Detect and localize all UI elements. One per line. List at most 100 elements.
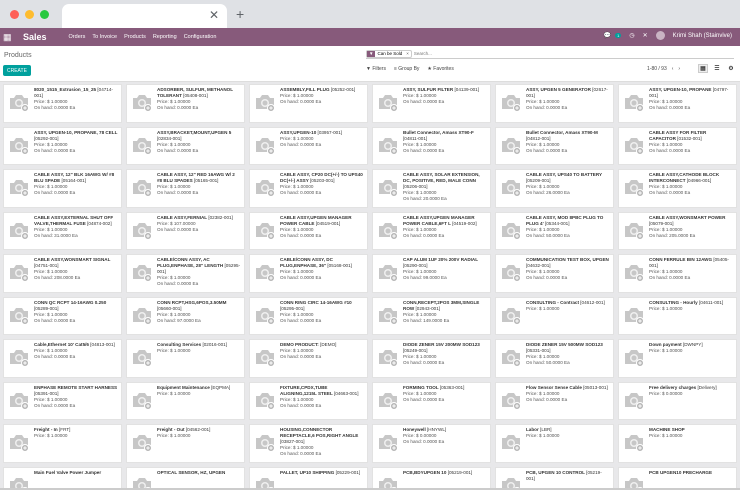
product-card[interactable]: Equipment Maintenance [EQPMA] Price: $ 1.… [126,381,245,420]
favorites-button[interactable]: ★ Favorites [427,66,453,72]
product-on-hand: On hand: 0.0000 Ea [403,232,445,238]
minimize-window-button[interactable] [25,10,34,19]
product-card[interactable]: COMMUNICATION TEST BOX, UPGEN [04632-001… [495,254,614,293]
product-card[interactable]: CABLE ASSY, SOLAR EXTENSION, DC, POSITIV… [372,169,491,208]
product-card[interactable]: CABLE ASSY, CP20 DC(+/-) TO UPS40 DC(+/-… [249,169,368,208]
user-name[interactable]: Krimi Shah (Stainvive) [673,33,732,39]
maximize-window-button[interactable] [40,10,49,19]
product-card[interactable]: Freight - In [FRT] Price: $ 1.00000 [3,424,122,463]
product-card[interactable]: CABLE ASSY, UPS40 TO BATTERY [05209-001]… [495,169,614,208]
product-card[interactable]: CABLE ASSY, 12" BLK 16AWG W/ #8 BLU SPAD… [3,169,122,208]
product-card[interactable]: Bullet Connector, Amass XT90-F [04811-00… [372,126,491,165]
product-card[interactable]: PALLET, UP10 SHIPPING [05229-001] [249,466,368,490]
product-card[interactable]: CABLE ASSY,WONSMART SIGNAL [04751-001] Pr… [3,254,122,293]
product-card[interactable]: CABLE ASSY,WONSMART POWER [05079-001] Pri… [618,211,737,250]
product-card[interactable]: Consulting Services [02016-001] Price: $ … [126,339,245,378]
product-card[interactable]: CABLE ASSY,UPGEN MANAGER POWER CABLE [04… [249,211,368,250]
product-card[interactable]: Freight - Out [04562-001] Price: $ 1.0000… [126,424,245,463]
product-title: ASSY, UPGEN 5 GENERATOR [526,87,591,92]
product-card[interactable]: CABLE/CONN ASSY, DC PLUG,ENPHASE, 36" [0… [249,254,368,293]
product-card[interactable]: ASSY, UPGEN-10, PROPANE, 78 CELL [05292-… [3,126,122,165]
chat-icon[interactable]: 💬 [604,32,611,39]
product-card[interactable]: Free delivery charges [Delivery] Price: $… [618,381,737,420]
product-card[interactable]: CONN FERRULE BIN 12AWG [05405-001] Price:… [618,254,737,293]
menu-to-invoice[interactable]: To Invoice [92,34,117,40]
product-card[interactable]: ASSY, UPGEN 5 GENERATOR [02617-001] Price… [495,84,614,123]
menu-configuration[interactable]: Configuration [184,34,217,40]
new-tab-icon[interactable]: + [236,6,244,22]
product-card[interactable]: HOUSING,CONNECTOR RECEPTACLE,6 POS,RIGHT… [249,424,368,463]
product-card[interactable]: PCB UPGEN10 PRECHARGE [618,466,737,490]
product-card[interactable]: CABLE ASSY,EXTERNAL SHUT OFF VALVE,THERM… [3,211,122,250]
product-card[interactable]: DEMO PRODUCT: [DEMO] Price: $ 1.00000 On h… [249,339,368,378]
menu-orders[interactable]: Orders [69,34,86,40]
search-bar: ▼ Can be Sold × [366,49,734,59]
product-card[interactable]: Flow Sensor Sense Cable [05013-001] Price… [495,381,614,420]
product-card[interactable]: CABLE ASSY FOR FILTER CAPACITOR [01532-0… [618,126,737,165]
pager-next-icon[interactable]: › [678,66,680,72]
product-card[interactable]: CONN QC RCPT 14-16AWG 0.250 [05289-001] P… [3,296,122,335]
product-card[interactable]: CABLE/CONN ASSY, AC PLUG,ENPHASE, 28" LE… [126,254,245,293]
product-on-hand: On hand: 0.0000 Ea [649,147,691,153]
remove-facet-icon[interactable]: × [404,51,411,56]
menu-reporting[interactable]: Reporting [153,34,177,40]
menu-products[interactable]: Products [124,34,146,40]
close-window-button[interactable] [10,10,19,19]
pager-previous-icon[interactable]: ‹ [672,66,674,72]
product-card[interactable]: CABLE ASSY,CATHODE BLOCK INTERCONNECT [0… [618,169,737,208]
product-card[interactable]: Honeywell [HNYWL] Price: $ 0.00000 On hand… [372,424,491,463]
product-card[interactable]: PCB, UPGEN 10 CONTROL [05219-001] [495,466,614,490]
product-card[interactable]: CAP ALUM 1UF 20% 200V RADIAL [05290-001]… [372,254,491,293]
product-card[interactable]: CABLE ASSY,UPGEN MANAGER POWER CABLE,6FT… [372,211,491,250]
product-card[interactable]: DIODE ZENER 15V 500MW SOD123 [05331-001]… [495,339,614,378]
create-button[interactable]: CREATE [3,65,31,76]
product-card[interactable]: ASSY, SULFUR FILTER [04139-001] Price: $ … [372,84,491,123]
product-reference: [DWNPY] [682,342,703,347]
activity-clock-icon[interactable]: ◷ [629,32,634,39]
close-icon[interactable]: ✕ [643,32,648,39]
product-card[interactable]: DIODE ZENER 15V 200MW SOD123 [05249-001]… [372,339,491,378]
product-card[interactable]: 8020_1515_Extrusion_15_25 [04714-001] Pri… [3,84,122,123]
product-card[interactable]: CABLE ASSY, 12" RED 16AWG W/ 2 #8 BLU SP… [126,169,245,208]
search-facet: ▼ Can be Sold × [366,49,412,58]
apps-menu-icon[interactable]: ▦ [3,32,17,43]
product-card[interactable]: ASSEMBLY,FILL PLUG [05252-001] Price: $ 1… [249,84,368,123]
list-view-icon[interactable]: ☰ [712,64,722,73]
product-on-hand: On hand: 0.0000 Ea [157,147,199,153]
close-tab-icon[interactable]: ✕ [209,8,219,22]
product-card[interactable]: ADSORBER, SULFUR, METHANOL TOLERANT [054… [126,84,245,123]
product-card[interactable]: CONN,RECEPT,2POS 3MM,SINGLE ROW [02943-0… [372,296,491,335]
product-card[interactable]: CABLE ASSY,FERNIAL [02382-001] Price: $ 1… [126,211,245,250]
kanban-view-icon[interactable]: ▦ [698,64,708,73]
product-card[interactable]: CONN RCPT,HSG,6POS,3.50MM [05660-001] Pri… [126,296,245,335]
product-image-placeholder-icon [623,432,645,452]
product-card[interactable]: OPTICAL SENSOR, HZ, UPGEN [126,466,245,490]
product-card[interactable]: ASSY, UPGEN-10, PROPANE [04797-001] Price… [618,84,737,123]
product-card[interactable]: Labor [LBR] Price: $ 1.00000 [495,424,614,463]
search-input[interactable] [413,51,714,56]
product-reference: [05168-001] [327,263,352,269]
product-card[interactable]: Cable,Ethernet 10' Cat5/6 [04813-001] Pri… [3,339,122,378]
browser-tab[interactable]: ✕ [62,4,227,28]
product-card[interactable]: Down payment [DWNPY] Price: $ 1.00000 [618,339,737,378]
product-card[interactable]: ASSY,UPGEN-10 [03957-001] Price: $ 1.0000… [249,126,368,165]
settings-icon[interactable]: ⚙ [726,64,736,73]
pager-value[interactable]: 1-80 / 93 [647,66,667,72]
product-card[interactable]: Bullet Connector, Amass XT90-M [04812-00… [495,126,614,165]
group-by-button[interactable]: ≡ Group By [394,66,419,72]
product-card[interactable]: MACHINE SHOP Price: $ 1.00000 [618,424,737,463]
product-card[interactable]: CONSULTING - Contract [04612-001] Price: … [495,296,614,335]
filters-button[interactable]: ▼ Filters [366,66,386,72]
product-card[interactable]: CABLE ASSY, MOD 8PBC PLUG TO PLUG 4' [05… [495,211,614,250]
product-card[interactable]: ASSY,BRACKET,MOUNT,UPGEN 5 [02834-001] Pr… [126,126,245,165]
product-card[interactable]: FORMING TOOL [05363-001] Price: $ 1.00000… [372,381,491,420]
product-name: ASSY, UPGEN-10, PROPANE, 78 CELL [05292-… [34,130,118,142]
product-card[interactable]: FIXTURE,CPDX,TUBE ALIGNING,1215L STEEL [… [249,381,368,420]
product-card[interactable]: CONN RING CIRC 14-16AWG #10 [05295-001] P… [249,296,368,335]
product-card[interactable]: CONSULTING - Hourly [04611-001] Price: $ … [618,296,737,335]
product-card[interactable]: ENPHASE REMOTE START HARNESS [05391-001]… [3,381,122,420]
product-card[interactable]: PCB,BDYUPGEN 10 [05219-001] [372,466,491,490]
avatar[interactable] [655,31,665,40]
product-card[interactable]: Main Fuel Valve Power Jumper [3,466,122,490]
product-title: HOUSING,CONNECTOR RECEPTACLE,6 POS,RIGHT… [280,427,359,439]
